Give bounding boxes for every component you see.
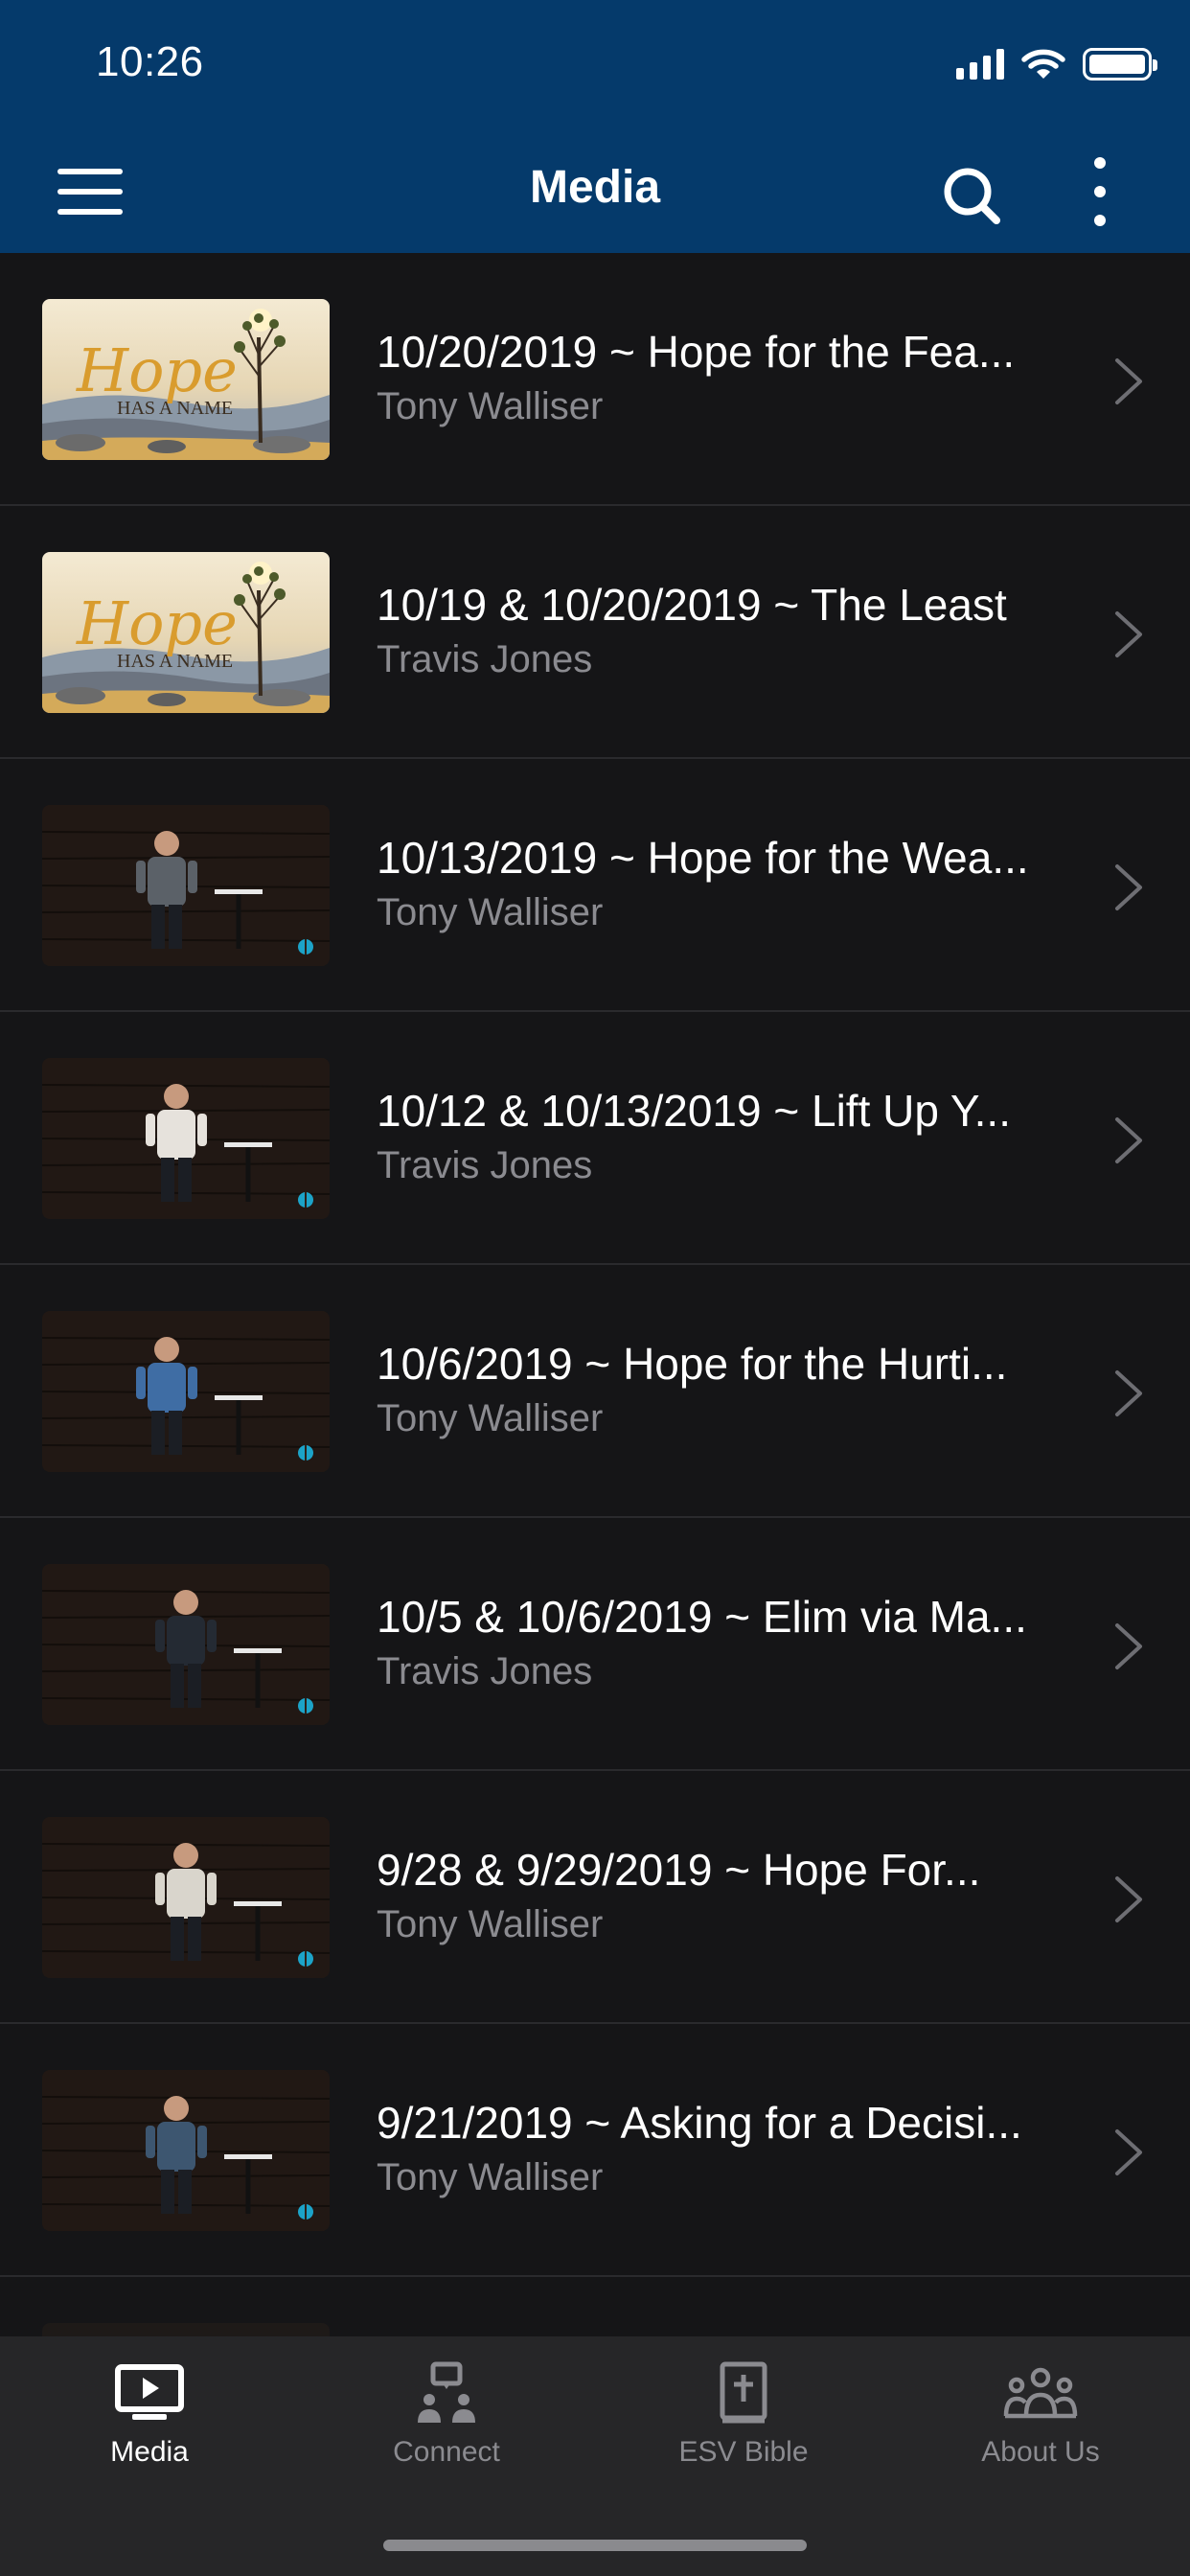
chevron-right-icon: [1115, 1623, 1142, 1669]
media-title: 10/13/2019 ~ Hope for the Wea...: [377, 833, 1029, 883]
media-speaker: Tony Walliser: [377, 891, 604, 933]
svg-text:HAS A NAME: HAS A NAME: [117, 651, 233, 672]
media-thumbnail: [42, 1058, 330, 1219]
media-title: 10/19 & 10/20/2019 ~ The Least: [377, 580, 1007, 630]
more-dot: [1094, 157, 1106, 169]
svg-text:Hope: Hope: [76, 588, 238, 658]
battery-icon: [1083, 48, 1157, 80]
hamburger-icon-line: [57, 189, 123, 195]
status-icons: [956, 48, 1157, 80]
media-speaker: Tony Walliser: [377, 2156, 604, 2198]
page-title: Media: [529, 162, 661, 213]
chevron-right-icon: [1115, 358, 1142, 404]
media-thumbnail: Hope HAS A NAME: [42, 552, 330, 713]
media-speaker: Tony Walliser: [377, 385, 604, 427]
nav-row: Media: [0, 144, 1190, 240]
chevron-right-icon: [1115, 1876, 1142, 1922]
media-thumbnail: Hope HAS A NAME: [42, 299, 330, 460]
home-indicator: [383, 2540, 807, 2551]
header-bar: 10:26 Media: [0, 0, 1190, 253]
media-speaker: Travis Jones: [377, 638, 593, 680]
tab-media[interactable]: Media: [1, 2336, 298, 2490]
more-dot: [1094, 215, 1106, 226]
tab-label: ESV Bible: [678, 2436, 809, 2468]
bible-icon: [705, 2359, 782, 2426]
media-speaker: Tony Walliser: [377, 1397, 604, 1439]
search-icon[interactable]: [939, 163, 1006, 230]
svg-text:Hope: Hope: [76, 335, 238, 405]
chevron-right-icon: [1115, 2129, 1142, 2175]
list-item[interactable]: 9/28 & 9/29/2019 ~ Hope For... Tony Wall…: [0, 1771, 1190, 2024]
menu-button[interactable]: [54, 165, 126, 218]
hamburger-icon-line: [57, 169, 123, 174]
connect-icon: [408, 2359, 485, 2426]
tab-esv-bible[interactable]: ESV Bible: [595, 2336, 892, 2490]
list-item[interactable]: 10/12 & 10/13/2019 ~ Lift Up Y... Travis…: [0, 1012, 1190, 1265]
list-item[interactable]: 9/21/2019 ~ Asking for a Decisi... Tony …: [0, 2024, 1190, 2277]
media-speaker: Tony Walliser: [377, 1903, 604, 1945]
tab-label: Connect: [393, 2436, 500, 2468]
media-title: 10/12 & 10/13/2019 ~ Lift Up Y...: [377, 1086, 1011, 1136]
tab-label: About Us: [981, 2436, 1100, 2468]
chevron-right-icon: [1115, 1370, 1142, 1416]
list-item[interactable]: 10/13/2019 ~ Hope for the Wea... Tony Wa…: [0, 759, 1190, 1012]
tab-connect[interactable]: Connect: [298, 2336, 595, 2490]
media-title: 10/5 & 10/6/2019 ~ Elim via Ma...: [377, 1592, 1027, 1642]
media-title: 9/21/2019 ~ Asking for a Decisi...: [377, 2098, 1022, 2148]
list-item[interactable]: Hope HAS A NAME 10/20/2019 ~ Hope for th…: [0, 253, 1190, 506]
media-thumbnail: [42, 1564, 330, 1725]
tab-label: Media: [110, 2436, 189, 2468]
more-options-button[interactable]: [1081, 157, 1119, 226]
media-speaker: Travis Jones: [377, 1144, 593, 1186]
group-icon: [1002, 2359, 1079, 2426]
more-dot: [1094, 186, 1106, 197]
media-title: 9/28 & 9/29/2019 ~ Hope For...: [377, 1845, 981, 1895]
media-title: 10/20/2019 ~ Hope for the Fea...: [377, 327, 1016, 377]
media-thumbnail: [42, 1817, 330, 1978]
chevron-right-icon: [1115, 611, 1142, 657]
media-speaker: Travis Jones: [377, 1650, 593, 1692]
list-item[interactable]: 10/5 & 10/6/2019 ~ Elim via Ma... Travis…: [0, 1518, 1190, 1771]
media-title: 10/6/2019 ~ Hope for the Hurti...: [377, 1339, 1008, 1389]
media-list: Hope HAS A NAME 10/20/2019 ~ Hope for th…: [0, 253, 1190, 2277]
media-thumbnail: [42, 1311, 330, 1472]
play-screen-icon: [111, 2359, 188, 2426]
wifi-icon: [1021, 49, 1065, 79]
chevron-right-icon: [1115, 864, 1142, 910]
signal-icon: [956, 49, 1004, 80]
tab-about-us[interactable]: About Us: [892, 2336, 1189, 2490]
list-item[interactable]: Hope HAS A NAME 10/19 & 10/20/2019 ~ The…: [0, 506, 1190, 759]
media-thumbnail: [42, 2070, 330, 2231]
app-root: 10:26 Media Hope HAS A NAME 10/20/2019 ~…: [0, 0, 1190, 2576]
media-thumbnail: [42, 805, 330, 966]
list-item[interactable]: 10/6/2019 ~ Hope for the Hurti... Tony W…: [0, 1265, 1190, 1518]
svg-text:HAS A NAME: HAS A NAME: [117, 398, 233, 419]
status-time: 10:26: [96, 38, 204, 85]
chevron-right-icon: [1115, 1117, 1142, 1163]
hamburger-icon-line: [57, 209, 123, 215]
